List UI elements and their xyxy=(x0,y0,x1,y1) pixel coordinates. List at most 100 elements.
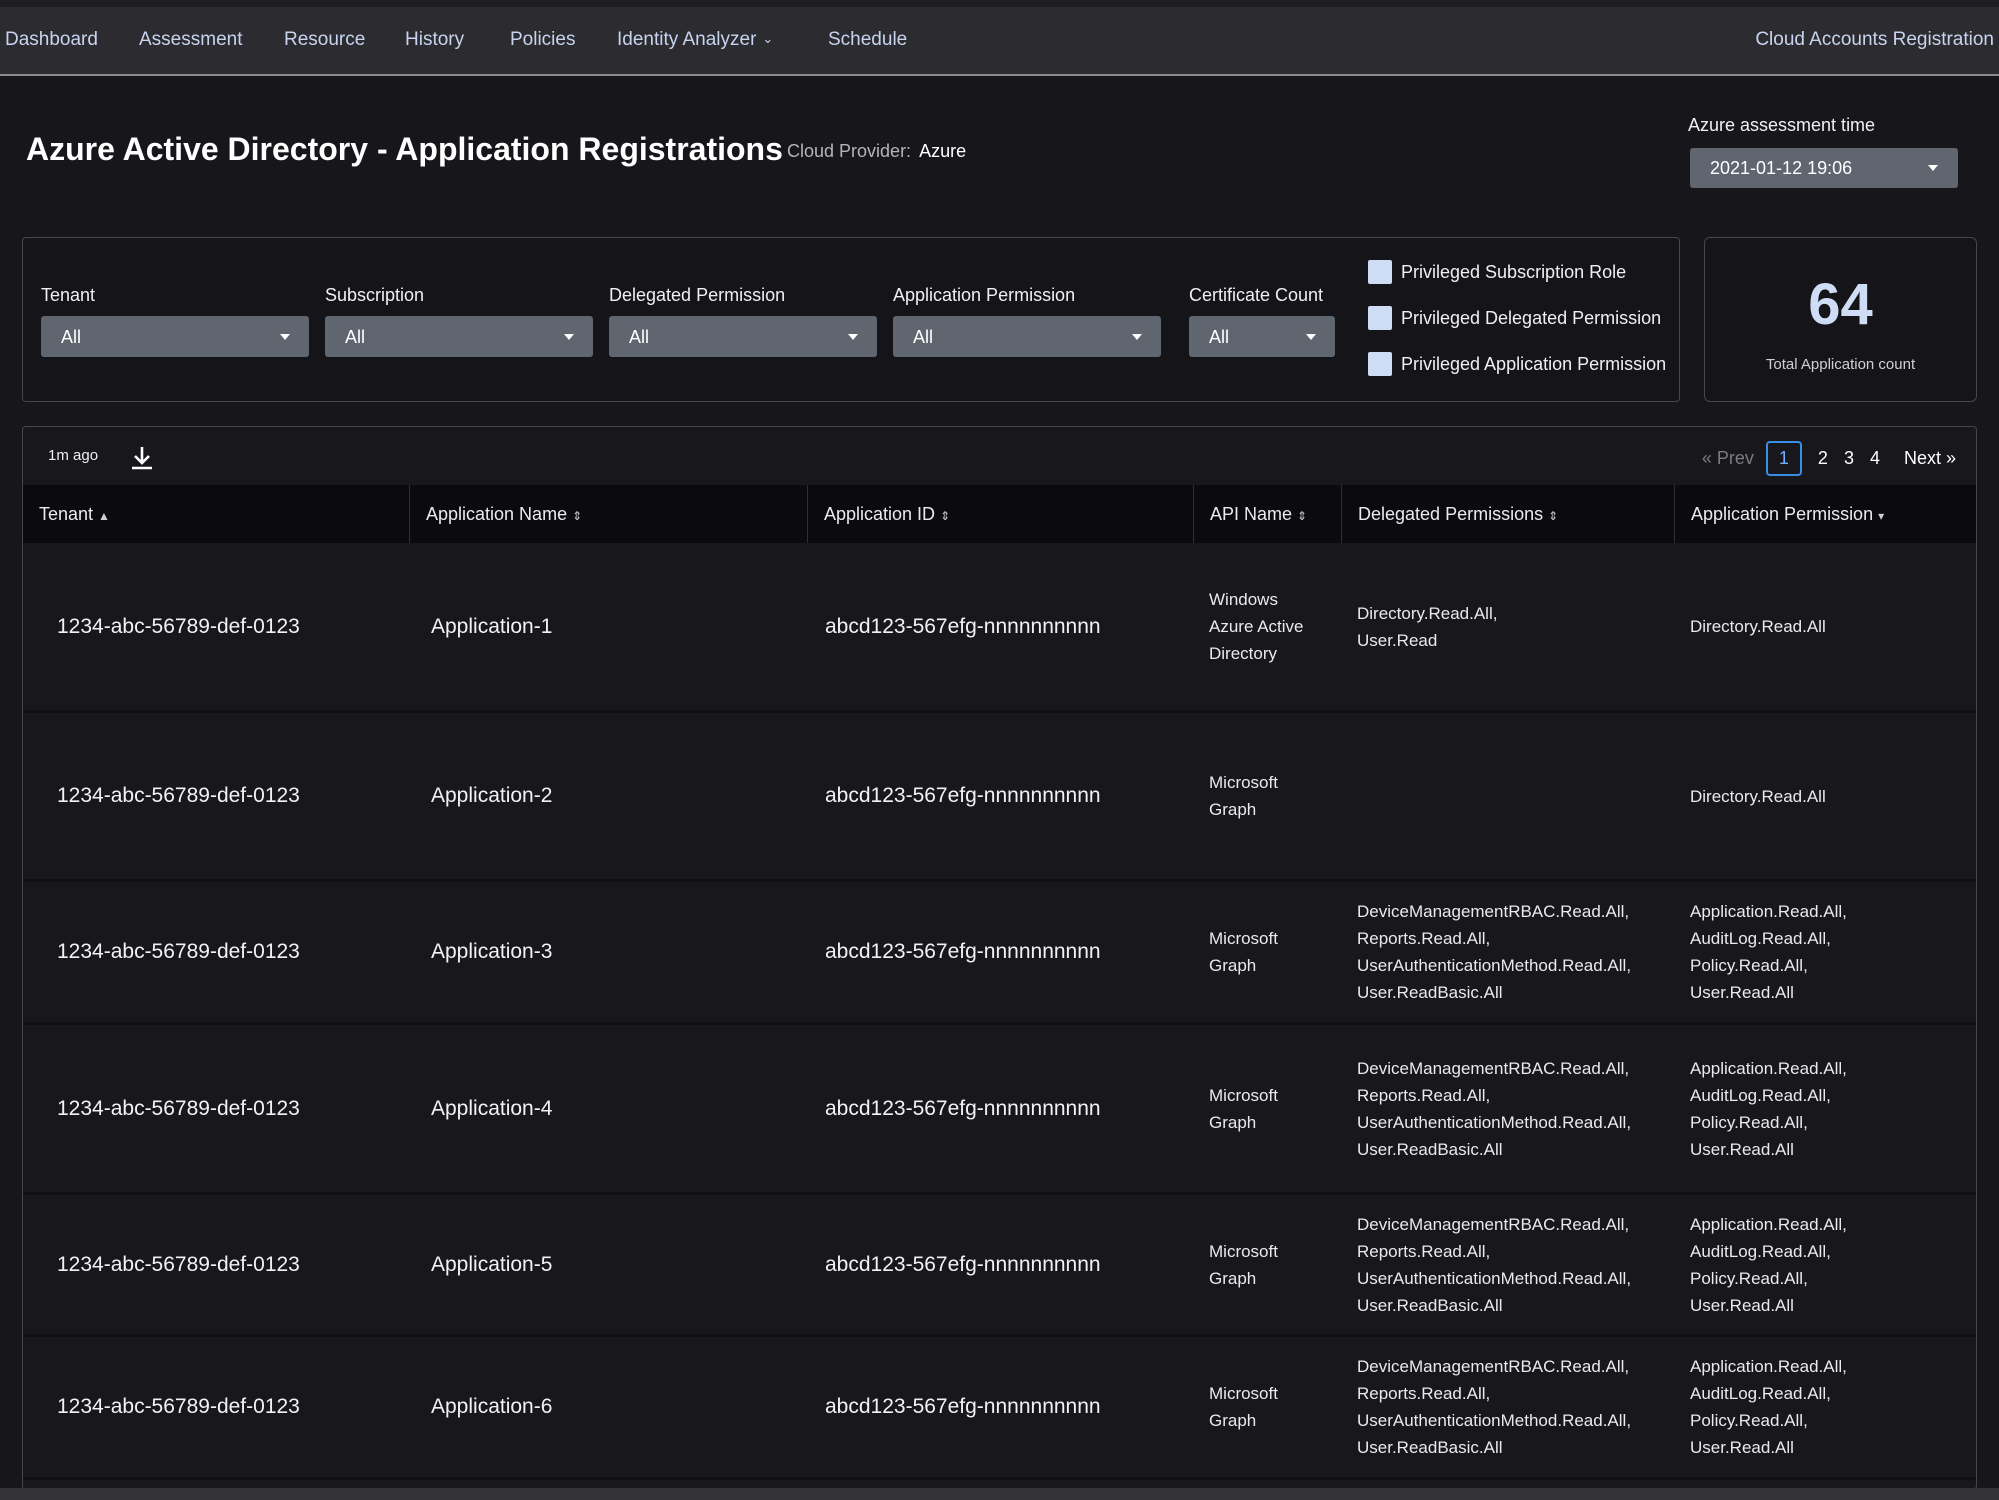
last-updated: 1m ago xyxy=(48,447,99,464)
cell-api-name: Microsoft Graph xyxy=(1209,1384,1278,1430)
cell-application-name: Application-5 xyxy=(431,1252,553,1276)
table-row[interactable]: 1234-abc-56789-def-0123 Application-4 abcd… xyxy=(23,1025,1976,1195)
column-label: Delegated Permissions xyxy=(1358,504,1544,524)
chevron-down-icon: ⌄ xyxy=(762,31,774,46)
column-label: Application ID xyxy=(824,504,936,524)
cell-delegated-permissions: DeviceManagementRBAC.Read.All, Reports.R… xyxy=(1357,1214,1632,1315)
nav-item-dashboard[interactable]: Dashboard xyxy=(5,29,98,51)
column-label: Tenant xyxy=(39,504,94,524)
table-row[interactable]: 1234-abc-56789-def-0123 Application-2 abcd… xyxy=(23,713,1976,882)
cell-api-name: Microsoft Graph xyxy=(1209,929,1278,975)
assessment-time-select[interactable]: 2021-01-12 19:06 xyxy=(1690,148,1958,188)
sort-both-icon: ⇕ xyxy=(1548,509,1559,523)
cell-tenant: 1234-abc-56789-def-0123 xyxy=(57,614,300,638)
pagination-page-3[interactable]: 3 xyxy=(1844,448,1854,469)
checkbox-privileged-delegated-permission[interactable]: Privileged Delegated Permission xyxy=(1368,306,1661,330)
cell-api-name: Microsoft Graph xyxy=(1209,1241,1278,1288)
table-row[interactable]: 1234-abc-56789-def-0123 Application-5 abcd… xyxy=(23,1195,1976,1337)
select-value: All xyxy=(913,327,934,347)
column-header-application-permission[interactable]: Application Permission ▾ xyxy=(1674,485,1976,543)
column-header-delegated-permissions[interactable]: Delegated Permissions ⇕ xyxy=(1341,485,1674,543)
column-header-api-name[interactable]: API Name ⇕ xyxy=(1193,485,1341,543)
cell-application-id: abcd123-567efg-nnnnnnnnnn xyxy=(825,940,1101,963)
checkbox-privileged-subscription-role[interactable]: Privileged Subscription Role xyxy=(1368,260,1626,284)
nav-item-assessment[interactable]: Assessment xyxy=(139,29,242,51)
filter-label: Application Permission xyxy=(893,285,1076,305)
caret-down-icon xyxy=(564,334,574,340)
cell-delegated-permissions: DeviceManagementRBAC.Read.All, Reports.R… xyxy=(1357,902,1632,1002)
cell-tenant: 1234-abc-56789-def-0123 xyxy=(57,1096,300,1120)
cell-delegated-permissions: Directory.Read.All, User.Read xyxy=(1357,603,1498,650)
tenant-select[interactable]: All xyxy=(41,316,309,357)
nav-item-resource[interactable]: Resource xyxy=(284,29,365,51)
checkbox[interactable] xyxy=(1368,306,1392,330)
column-header-tenant[interactable]: Tenant ▲︎ xyxy=(23,485,409,543)
select-value: All xyxy=(629,327,650,347)
table-row[interactable]: 1234-abc-56789-def-0123 Application-1 abcd… xyxy=(23,543,1976,713)
certificate-count-select[interactable]: All xyxy=(1189,316,1335,357)
column-header-application-id[interactable]: Application ID ⇕ xyxy=(807,485,1193,543)
cell-application-permission: Application.Read.All, AuditLog.Read.All,… xyxy=(1690,1058,1847,1159)
cell-application-id: abcd123-567efg-nnnnnnnnnn xyxy=(825,1252,1101,1276)
checkbox-label: Privileged Subscription Role xyxy=(1401,261,1627,282)
application-permission-select[interactable]: All xyxy=(893,316,1161,357)
cell-application-permission: Application.Read.All, AuditLog.Read.All,… xyxy=(1690,1357,1847,1457)
table-row[interactable]: 1234-abc-56789-def-0123 Application-3 abcd… xyxy=(23,882,1976,1025)
pagination-page-1[interactable]: 1 xyxy=(1765,441,1802,476)
delegated-permission-select[interactable]: All xyxy=(609,316,877,357)
pagination: « Prev 1 2 3 4 Next » xyxy=(1686,441,1956,476)
nav-item-schedule[interactable]: Schedule xyxy=(828,29,907,51)
window-bottom-bar xyxy=(0,1488,1999,1500)
caret-down-icon xyxy=(280,334,290,340)
cell-application-id: abcd123-567efg-nnnnnnnnnn xyxy=(825,784,1101,807)
cell-application-permission: Directory.Read.All xyxy=(1690,786,1826,806)
column-label: Application Name xyxy=(426,504,568,524)
pagination-prev[interactable]: « Prev xyxy=(1702,448,1754,469)
filter-label: Certificate Count xyxy=(1189,285,1324,305)
select-value: All xyxy=(345,327,366,347)
filter-subscription: Subscription All xyxy=(325,285,593,357)
nav-item-policies[interactable]: Policies xyxy=(510,29,575,51)
filter-label: Tenant xyxy=(41,285,96,305)
cell-application-name: Application-6 xyxy=(431,1395,553,1418)
window-top-strip xyxy=(0,0,1999,7)
cloud-provider-value: Azure xyxy=(919,141,967,161)
sort-both-icon: ⇕ xyxy=(1297,509,1308,523)
select-value: All xyxy=(61,327,82,347)
cell-api-name: Microsoft Graph xyxy=(1209,1085,1278,1132)
cell-tenant: 1234-abc-56789-def-0123 xyxy=(57,784,300,807)
sort-both-icon: ⇕ xyxy=(572,509,583,523)
checkbox[interactable] xyxy=(1368,352,1392,376)
cell-application-id: abcd123-567efg-nnnnnnnnnn xyxy=(825,614,1101,638)
sort-both-icon: ⇕ xyxy=(940,509,951,523)
cell-application-permission: Application.Read.All, AuditLog.Read.All,… xyxy=(1690,1214,1847,1315)
checkbox[interactable] xyxy=(1368,260,1392,284)
pagination-page-2[interactable]: 2 xyxy=(1818,448,1828,469)
nav-link-cloud-accounts-registration[interactable]: Cloud Accounts Registration xyxy=(1755,29,1994,51)
download-icon[interactable] xyxy=(129,445,155,471)
pagination-next[interactable]: Next » xyxy=(1904,448,1956,469)
table-row[interactable]: 1234-abc-56789-def-0123 Application-6 abcd… xyxy=(23,1337,1976,1480)
nav-item-identity-analyzer[interactable]: Identity Analyzer ⌄ xyxy=(617,29,773,51)
cell-application-name: Application-3 xyxy=(431,940,553,963)
caret-down-icon xyxy=(848,334,858,340)
total-application-count: 64 xyxy=(1808,272,1873,337)
pagination-page-4[interactable]: 4 xyxy=(1870,448,1880,469)
column-label: API Name xyxy=(1210,504,1293,524)
column-header-application-name[interactable]: Application Name ⇕ xyxy=(409,485,807,543)
assessment-time-label: Azure assessment time xyxy=(1688,115,1876,135)
filter-label: Delegated Permission xyxy=(609,285,786,305)
column-label: Application Permission xyxy=(1691,504,1874,524)
cell-delegated-permissions: DeviceManagementRBAC.Read.All, Reports.R… xyxy=(1357,1058,1632,1159)
checkbox-privileged-application-permission[interactable]: Privileged Application Permission xyxy=(1368,352,1666,376)
subscription-select[interactable]: All xyxy=(325,316,593,357)
cell-delegated-permissions: DeviceManagementRBAC.Read.All, Reports.R… xyxy=(1357,1357,1632,1457)
cell-application-name: Application-2 xyxy=(431,784,553,807)
cell-api-name: Microsoft Graph xyxy=(1209,773,1278,819)
nav-item-history[interactable]: History xyxy=(405,29,464,51)
sort-desc-icon: ▾ xyxy=(1878,509,1885,523)
assessment-time-value: 2021-01-12 19:06 xyxy=(1710,158,1853,178)
cell-application-permission: Application.Read.All, AuditLog.Read.All,… xyxy=(1690,902,1847,1002)
filter-certificate-count: Certificate Count All xyxy=(1189,285,1335,357)
nav-item-label: Identity Analyzer xyxy=(617,29,757,50)
